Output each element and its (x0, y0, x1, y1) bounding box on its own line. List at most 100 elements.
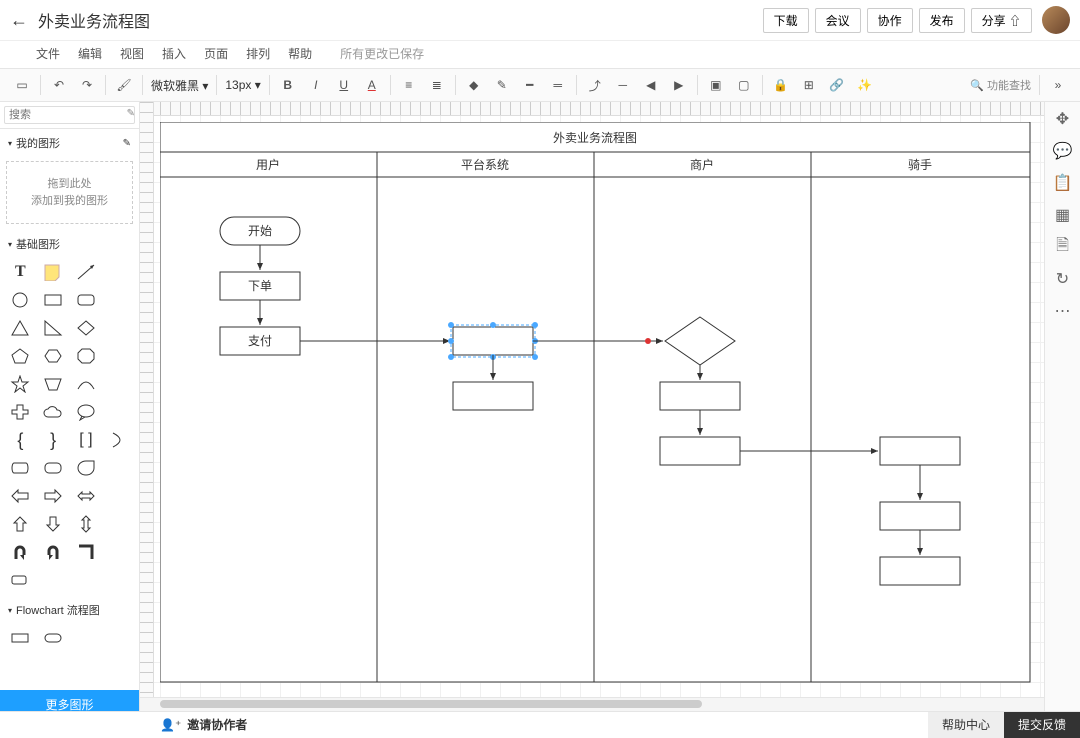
chat-icon[interactable]: ⋯ (1052, 300, 1074, 322)
share-button[interactable]: 分享 ⇧ (971, 8, 1032, 33)
meeting-button[interactable]: 会议 (815, 8, 861, 33)
shape-arrow-ud[interactable] (72, 512, 101, 536)
comments-icon[interactable]: 💬 (1052, 140, 1074, 162)
shape-arrow-u[interactable] (6, 512, 35, 536)
collab-button[interactable]: 协作 (867, 8, 913, 33)
node-rider-3[interactable] (880, 557, 960, 585)
shape-text[interactable]: T (6, 260, 35, 284)
lock-icon[interactable]: 🔒 (769, 73, 793, 97)
shape-line[interactable] (72, 260, 101, 284)
shape-trapezoid[interactable] (39, 372, 68, 396)
arrow-start-icon[interactable]: ◀ (639, 73, 663, 97)
size-select[interactable]: 13px ▾ (221, 76, 264, 94)
format-painter-icon[interactable]: 🖌 (112, 73, 136, 97)
shape-brace-r[interactable]: } (39, 428, 68, 452)
shape-frame[interactable] (39, 456, 68, 480)
shape-fc-rect[interactable] (6, 626, 35, 650)
shape-diamond[interactable] (72, 316, 101, 340)
node-rider-2[interactable] (880, 502, 960, 530)
group-myshapes[interactable]: 我的图形✎ (0, 129, 139, 155)
node-platform-2[interactable] (453, 382, 533, 410)
group-icon[interactable]: ⊞ (797, 73, 821, 97)
menu-help[interactable]: 帮助 (288, 45, 312, 62)
shape-star[interactable] (6, 372, 35, 396)
shape-cloud[interactable] (39, 400, 68, 424)
layers-icon[interactable]: ▦ (1052, 204, 1074, 226)
history-icon[interactable]: 📋 (1052, 172, 1074, 194)
shape-corner[interactable] (72, 540, 101, 564)
edit-group-icon[interactable]: ✎ (123, 138, 131, 149)
magic-icon[interactable]: ✨ (853, 73, 877, 97)
fill-icon[interactable]: ◆ (462, 73, 486, 97)
arrow-end-icon[interactable]: ▶ (667, 73, 691, 97)
shape-roundrect[interactable] (72, 288, 101, 312)
refresh-icon[interactable]: ↻ (1052, 268, 1074, 290)
node-merchant-2[interactable] (660, 437, 740, 465)
bold-icon[interactable]: B (276, 73, 300, 97)
redo-icon[interactable]: ↷ (75, 73, 99, 97)
publish-button[interactable]: 发布 (919, 8, 965, 33)
line-weight-icon[interactable]: ═ (546, 73, 570, 97)
shape-octagon[interactable] (72, 344, 101, 368)
feedback-button[interactable]: 提交反馈 (1004, 712, 1080, 738)
shape-circle[interactable] (6, 288, 35, 312)
shape-speech[interactable] (72, 400, 101, 424)
shape-pentagon[interactable] (6, 344, 35, 368)
collapse-icon[interactable]: » (1046, 73, 1070, 97)
shape-arrow-lr[interactable] (72, 484, 101, 508)
back-arrow-icon[interactable]: ← (10, 10, 28, 31)
navigator-icon[interactable]: ✥ (1052, 108, 1074, 130)
toolbar-search[interactable]: 🔍 功能查找 (970, 77, 1031, 93)
shape-cyl-h[interactable] (6, 456, 35, 480)
line-color-icon[interactable]: ✎ (490, 73, 514, 97)
zoom-fit-icon[interactable]: ▭ (10, 73, 34, 97)
shape-fc-round[interactable] (39, 626, 68, 650)
shape-arrow-d[interactable] (39, 512, 68, 536)
align-icon[interactable]: ≡ (397, 73, 421, 97)
shape-arc[interactable] (72, 372, 101, 396)
group-flowchart[interactable]: Flowchart 流程图 (0, 596, 139, 622)
menu-arrange[interactable]: 排列 (246, 45, 270, 62)
canvas-hscroll[interactable] (140, 697, 1044, 711)
menu-view[interactable]: 视图 (120, 45, 144, 62)
node-platform-1[interactable] (453, 327, 533, 355)
diagram-canvas[interactable]: 外卖业务流程图 用户 平台系统 商户 骑手 开始 下单 支付 (160, 122, 1040, 692)
shape-brace-l[interactable]: { (6, 428, 35, 452)
menu-insert[interactable]: 插入 (162, 45, 186, 62)
underline-icon[interactable]: U (332, 73, 356, 97)
menu-edit[interactable]: 编辑 (78, 45, 102, 62)
undo-icon[interactable]: ↶ (47, 73, 71, 97)
italic-icon[interactable]: I (304, 73, 328, 97)
list-icon[interactable]: ≣ (425, 73, 449, 97)
shape-rtriangle[interactable] (39, 316, 68, 340)
back-icon[interactable]: ▢ (732, 73, 756, 97)
group-basic[interactable]: 基础图形 (0, 230, 139, 256)
menu-file[interactable]: 文件 (36, 45, 60, 62)
doc-title[interactable]: 外卖业务流程图 (38, 8, 150, 32)
menu-page[interactable]: 页面 (204, 45, 228, 62)
font-color-icon[interactable]: A (360, 73, 384, 97)
shape-arrow-l[interactable] (6, 484, 35, 508)
shape-triangle[interactable] (6, 316, 35, 340)
line-style-icon[interactable]: ━ (518, 73, 542, 97)
search-edit-icon[interactable]: ✎ (127, 108, 135, 119)
shape-small-rect[interactable] (6, 568, 35, 592)
pages-icon[interactable]: 🗎 (1052, 236, 1074, 258)
shape-search-input[interactable] (4, 106, 135, 124)
line-type-icon[interactable]: ─ (611, 73, 635, 97)
shape-rect[interactable] (39, 288, 68, 312)
shape-uturn-l[interactable] (6, 540, 35, 564)
shape-paren[interactable] (104, 428, 133, 452)
connector-icon[interactable]: ⤴ (583, 73, 607, 97)
node-merchant-1[interactable] (660, 382, 740, 410)
font-select[interactable]: 微软雅黑 ▾ (147, 75, 212, 96)
front-icon[interactable]: ▣ (704, 73, 728, 97)
link-icon[interactable]: 🔗 (825, 73, 849, 97)
shape-hexagon[interactable] (39, 344, 68, 368)
node-rider-1[interactable] (880, 437, 960, 465)
shape-tear[interactable] (72, 456, 101, 480)
shape-uturn-r[interactable] (39, 540, 68, 564)
myshapes-dropzone[interactable]: 拖到此处 添加到我的图形 (6, 161, 133, 224)
download-button[interactable]: 下载 (763, 8, 809, 33)
shape-plus[interactable] (6, 400, 35, 424)
